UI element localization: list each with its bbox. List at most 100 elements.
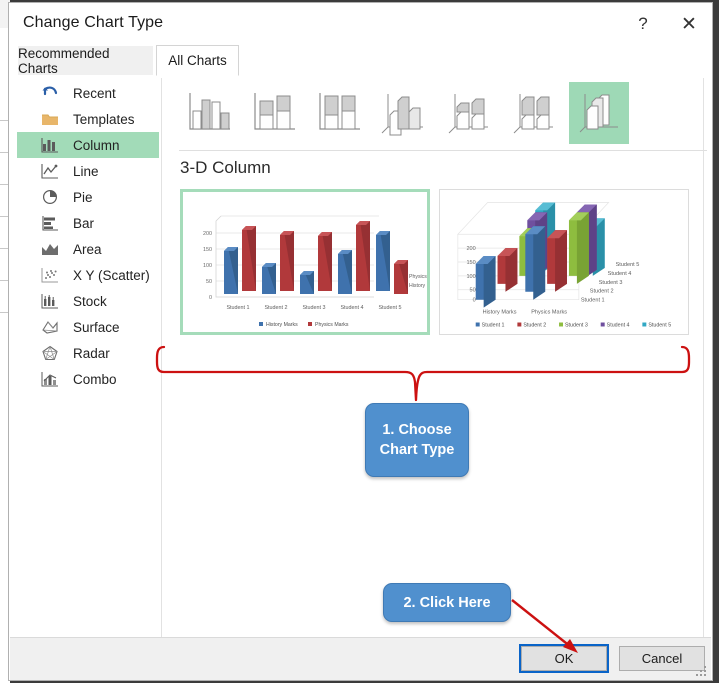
surface-chart-icon — [39, 316, 61, 338]
sidebar-item-recent[interactable]: Recent — [17, 80, 159, 106]
content-right-divider — [703, 78, 704, 653]
svg-text:Student 5: Student 5 — [616, 262, 640, 268]
svg-text:Physics Marks: Physics Marks — [315, 322, 349, 328]
sidebar-item-label: Templates — [73, 111, 135, 127]
sidebar-item-label: Stock — [73, 293, 107, 309]
sidebar-divider — [161, 78, 162, 653]
tab-strip: Recommended Charts All Charts — [9, 45, 712, 76]
callout-click-here: 2. Click Here — [383, 583, 511, 622]
sidebar-item-label: Recent — [73, 85, 116, 101]
svg-text:150: 150 — [203, 247, 212, 253]
sidebar-item-label: Combo — [73, 371, 117, 387]
combo-chart-icon — [39, 368, 61, 390]
sidebar-item-label: Bar — [73, 215, 95, 231]
sidebar-item-surface[interactable]: Surface — [17, 314, 159, 340]
subtype-stacked-column[interactable] — [244, 82, 304, 144]
help-button[interactable]: ? — [620, 3, 666, 45]
subtype-3d-clustered-column[interactable] — [374, 82, 434, 144]
svg-text:Student 4: Student 4 — [340, 305, 363, 311]
sidebar-item-bar[interactable]: Bar — [17, 210, 159, 236]
chart-3d-column-a: 200 150 100 50 0 Student 1 Student 2 Stu… — [183, 192, 427, 332]
close-button[interactable]: ✕ — [666, 3, 712, 45]
svg-text:Student 2: Student 2 — [264, 305, 287, 311]
callout-step1-line1: 1. Choose — [382, 422, 452, 438]
ok-button[interactable]: OK — [519, 644, 609, 673]
svg-text:Student 5: Student 5 — [378, 305, 401, 311]
svg-text:Student 1: Student 1 — [482, 322, 505, 328]
cancel-button[interactable]: Cancel — [619, 646, 705, 671]
svg-text:Physics Marks: Physics Marks — [531, 310, 567, 316]
dialog-title-bar: Change Chart Type ? ✕ — [9, 3, 712, 45]
area-chart-icon — [39, 238, 61, 260]
svg-text:50: 50 — [470, 288, 476, 294]
preview-heading: 3-D Column — [180, 158, 271, 177]
sidebar-item-label: Line — [73, 163, 99, 179]
bar-chart-icon — [39, 212, 61, 234]
svg-text:Student 3: Student 3 — [599, 280, 623, 286]
svg-text:Student 4: Student 4 — [608, 271, 632, 277]
sidebar-item-label: Area — [73, 241, 102, 257]
svg-text:Student 1: Student 1 — [581, 298, 605, 304]
change-chart-type-dialog: Change Chart Type ? ✕ Recommended Charts… — [8, 2, 713, 681]
preview-card-3d-column-a[interactable]: 200 150 100 50 0 Student 1 Student 2 Stu… — [180, 189, 430, 335]
sidebar-item-area[interactable]: Area — [17, 236, 159, 262]
line-chart-icon — [39, 160, 61, 182]
svg-text:200: 200 — [466, 246, 475, 252]
svg-text:0: 0 — [209, 295, 212, 301]
subtype-3d-stacked-column[interactable] — [439, 82, 499, 144]
sidebar-item-radar[interactable]: Radar — [17, 340, 159, 366]
svg-text:100: 100 — [203, 263, 212, 269]
subtype-3d-100-stacked-column[interactable] — [504, 82, 564, 144]
sidebar-item-templates[interactable]: Templates — [17, 106, 159, 132]
svg-text:100: 100 — [466, 274, 475, 280]
subtype-3d-column[interactable] — [569, 82, 629, 144]
svg-text:50: 50 — [206, 279, 212, 285]
preview-card-3d-column-b[interactable]: 200 150 100 50 0 Student 5 Student 4 Stu… — [439, 189, 689, 335]
svg-text:Student 3: Student 3 — [302, 305, 325, 311]
folder-icon — [39, 108, 61, 130]
subtype-100-stacked-column[interactable] — [309, 82, 369, 144]
scatter-chart-icon — [39, 264, 61, 286]
svg-text:History Marks: History Marks — [409, 283, 427, 289]
svg-text:200: 200 — [203, 231, 212, 237]
sidebar-item-label: Radar — [73, 345, 110, 361]
column-chart-icon — [39, 134, 61, 156]
sidebar-item-label: Column — [73, 137, 120, 153]
sidebar-item-column[interactable]: Column — [17, 132, 159, 158]
resize-grip[interactable] — [696, 666, 707, 677]
sidebar-item-combo[interactable]: Combo — [17, 366, 159, 392]
dialog-title: Change Chart Type — [23, 14, 164, 31]
sidebar-item-label: X Y (Scatter) — [73, 267, 150, 283]
svg-text:History Marks: History Marks — [483, 310, 517, 316]
sidebar-item-label: Pie — [73, 189, 93, 205]
dialog-footer: OK Cancel — [10, 637, 711, 680]
pie-chart-icon — [39, 186, 61, 208]
svg-text:Student 4: Student 4 — [607, 322, 630, 328]
svg-text:Student 2: Student 2 — [590, 289, 614, 295]
gallery-divider — [179, 150, 707, 151]
radar-chart-icon — [39, 342, 61, 364]
sidebar-item-label: Surface — [73, 319, 120, 335]
callout-step1-line2: Chart Type — [379, 442, 455, 458]
svg-text:Student 1: Student 1 — [226, 305, 249, 311]
dialog-body: Recent Templates Column Line Pie Bar Are… — [17, 76, 707, 668]
callout-choose-chart-type: 1. Choose Chart Type — [365, 403, 469, 477]
svg-text:150: 150 — [466, 260, 475, 266]
sidebar-item-pie[interactable]: Pie — [17, 184, 159, 210]
sidebar-item-xy-scatter[interactable]: X Y (Scatter) — [17, 262, 159, 288]
sidebar-item-stock[interactable]: Stock — [17, 288, 159, 314]
recent-undo-icon — [39, 82, 61, 104]
svg-text:Physics Marks: Physics Marks — [409, 274, 427, 280]
subtype-clustered-column[interactable] — [179, 82, 239, 144]
svg-text:Student 2: Student 2 — [523, 322, 546, 328]
tab-recommended-charts[interactable]: Recommended Charts — [17, 45, 154, 76]
svg-text:Student 5: Student 5 — [648, 322, 671, 328]
svg-text:0: 0 — [473, 298, 476, 304]
chart-3d-column-b: 200 150 100 50 0 Student 5 Student 4 Stu… — [440, 190, 688, 334]
svg-text:Student 3: Student 3 — [565, 322, 588, 328]
tab-all-charts[interactable]: All Charts — [156, 45, 239, 76]
svg-text:History Marks: History Marks — [266, 322, 298, 328]
stock-chart-icon — [39, 290, 61, 312]
chart-type-sidebar: Recent Templates Column Line Pie Bar Are… — [17, 80, 159, 392]
sidebar-item-line[interactable]: Line — [17, 158, 159, 184]
